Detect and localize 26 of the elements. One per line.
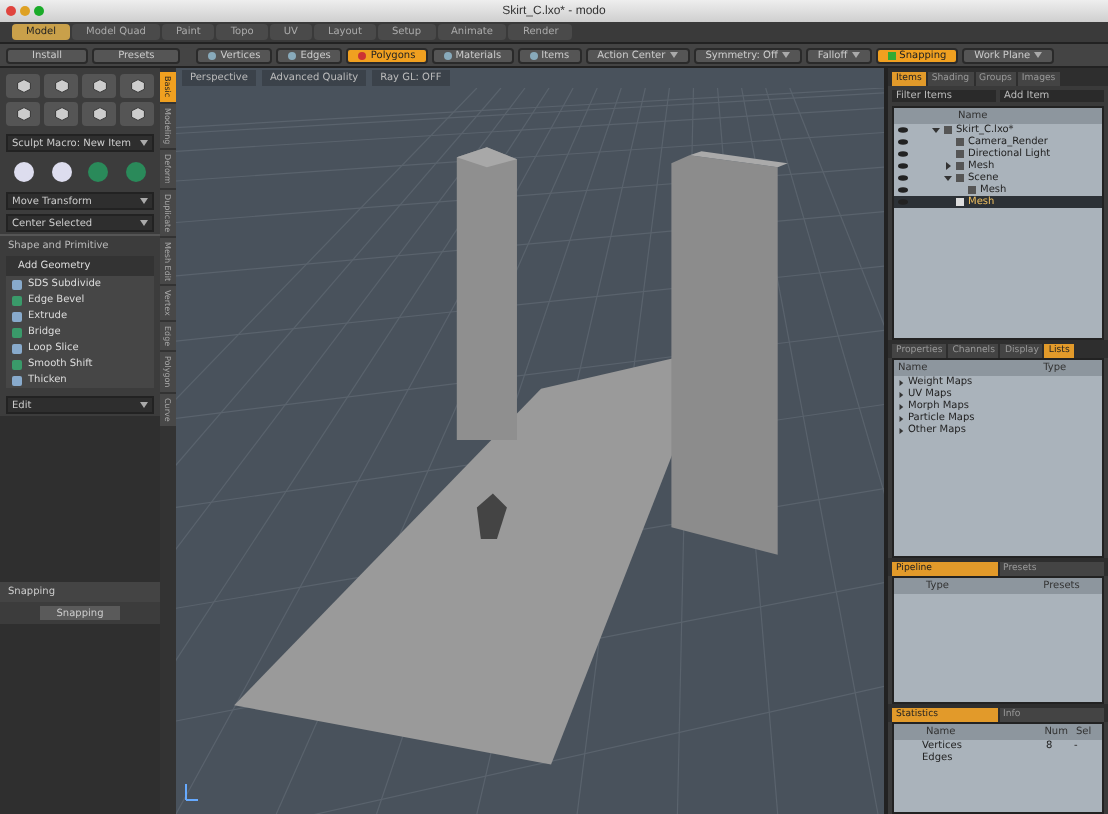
caret-icon [140, 220, 148, 226]
sphere-icon[interactable] [12, 160, 37, 184]
tool-button[interactable] [6, 74, 40, 98]
mode-icon [529, 51, 538, 59]
tool-button[interactable] [120, 102, 154, 126]
caret-icon [140, 140, 148, 146]
mode-icon [208, 51, 217, 59]
tool-button[interactable] [44, 102, 78, 126]
caret-icon [1034, 52, 1043, 58]
axis-icon [184, 782, 200, 802]
caret-icon [669, 52, 678, 58]
caret-icon [140, 402, 148, 408]
mode-icon [443, 51, 452, 59]
caret-icon [851, 52, 860, 58]
caret-icon [140, 198, 148, 204]
mode-icon [288, 51, 297, 59]
close-icon[interactable] [6, 6, 16, 16]
mode-icon [358, 51, 367, 59]
tool-button[interactable] [82, 74, 116, 98]
tool-button[interactable] [120, 74, 154, 98]
sphere-icon[interactable] [49, 160, 74, 184]
tool-button[interactable] [6, 102, 40, 126]
tool-button[interactable] [44, 74, 78, 98]
tool-button[interactable] [82, 102, 116, 126]
caret-icon [781, 52, 790, 58]
snap-icon [887, 51, 896, 59]
